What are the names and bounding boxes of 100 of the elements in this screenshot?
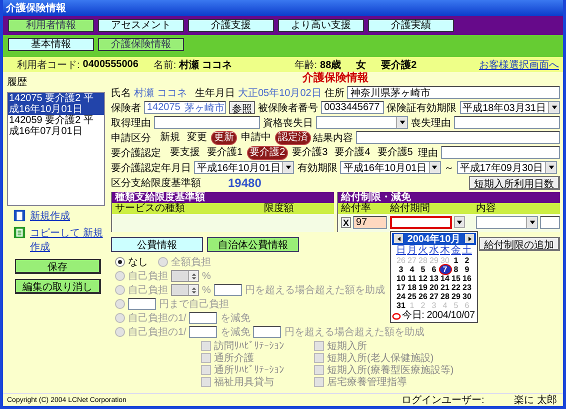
calendar-day[interactable]: 5 — [418, 264, 428, 274]
calendar-day[interactable]: 24 — [396, 292, 406, 300]
spin-field[interactable] — [171, 284, 199, 296]
care-level-option[interactable]: 要支援 — [168, 146, 202, 158]
care-level-option[interactable]: 要介護2 — [248, 146, 288, 158]
calendar-day[interactable]: 26 — [418, 292, 428, 300]
nav-tab[interactable]: より高い支援 — [278, 19, 364, 32]
application-option[interactable]: 新規 — [158, 132, 182, 144]
care-reason-field[interactable] — [440, 146, 560, 159]
calendar-day[interactable]: 19 — [418, 282, 428, 292]
subnav-tab[interactable]: 介護保険情報 — [98, 38, 184, 51]
calendar-day[interactable]: 25 — [406, 292, 418, 300]
calendar-day[interactable]: 29 — [450, 292, 462, 300]
care-level-option[interactable]: 要介護4 — [332, 146, 372, 158]
calendar-day[interactable]: 7 — [440, 264, 450, 274]
amount-field[interactable] — [189, 326, 218, 338]
field-label: 被保険者番号 — [258, 102, 318, 114]
checkbox-label: 通所介護 — [214, 352, 254, 364]
address-field[interactable]: 神奈川県茅ヶ崎市 — [347, 86, 560, 99]
client-sex: 女 — [356, 58, 366, 72]
calendar-day[interactable]: 17 — [396, 282, 406, 292]
previous-month-button[interactable] — [394, 234, 403, 243]
amount-field[interactable] — [128, 298, 156, 310]
content-field[interactable] — [540, 216, 560, 228]
reference-button[interactable]: 参照 — [229, 101, 256, 114]
dropdown-arrow-icon — [398, 119, 406, 126]
cert-date-select[interactable]: 平成16年10月01日 — [194, 161, 294, 174]
history-item[interactable]: 142059 要介護2 平成16年07月01日 — [8, 115, 104, 137]
calendar-day[interactable]: 1 — [450, 256, 462, 264]
public-expense-tab[interactable]: 自治体公費情報 — [207, 236, 299, 252]
calendar-day[interactable]: 14 — [440, 274, 450, 282]
today-label[interactable]: 今日: 2004/10/07 — [402, 310, 475, 320]
calendar-day[interactable]: 3 — [396, 264, 406, 274]
nav-tab[interactable]: 介護支援 — [188, 19, 274, 32]
loss-date-select[interactable] — [316, 116, 408, 129]
calendar-day[interactable]: 6 — [428, 264, 440, 274]
radio-button[interactable] — [115, 257, 125, 267]
new-record-link[interactable]: 新規作成 — [30, 209, 70, 223]
copy-new-link[interactable]: コピーして 新規作成 — [30, 226, 105, 254]
care-level-option[interactable]: 要介護5 — [375, 146, 415, 158]
calendar-day[interactable]: 13 — [428, 274, 440, 282]
calendar-day[interactable]: 8 — [450, 264, 462, 274]
period-field[interactable] — [390, 216, 452, 228]
next-month-button[interactable] — [465, 234, 474, 243]
result-field[interactable] — [356, 131, 560, 144]
calendar-day[interactable]: 15 — [450, 274, 462, 282]
rate-field[interactable]: 97 — [353, 216, 387, 228]
application-option[interactable]: 更新 — [212, 132, 236, 144]
amount-field[interactable] — [253, 326, 282, 338]
calendar-day[interactable]: 2 — [462, 256, 472, 264]
option-text: なし — [128, 256, 148, 269]
cancel-edit-button[interactable]: 編集の取り消し — [15, 279, 101, 294]
spin-field[interactable] — [171, 270, 199, 282]
calendar-day[interactable]: 23 — [462, 282, 472, 292]
subnav-tab[interactable]: 基本情報 — [8, 38, 94, 51]
calendar-day[interactable]: 20 — [428, 282, 440, 292]
calendar-day[interactable]: 18 — [406, 282, 418, 292]
client-select-link[interactable]: お客様選択画面へ — [479, 58, 559, 72]
calendar-day[interactable]: 11 — [406, 274, 418, 282]
nav-tab[interactable]: 利用者情報 — [8, 19, 94, 32]
acquire-reason-field[interactable] — [154, 116, 260, 129]
short-stay-days-button[interactable]: 短期入所利用日数 — [469, 176, 560, 190]
history-item[interactable]: 142075 要介護2 平成16年10月01日 — [8, 93, 104, 115]
loss-reason-field[interactable] — [454, 116, 560, 129]
amount-field[interactable] — [214, 284, 242, 296]
valid-to-select[interactable]: 平成17年09月30日 — [456, 161, 558, 174]
valid-from-select[interactable]: 平成16年10月01日 — [340, 161, 441, 174]
calendar-day[interactable]: 31 — [396, 300, 406, 310]
calendar-day[interactable]: 16 — [462, 274, 472, 282]
option-text: 自己負担の1/ — [128, 312, 186, 325]
public-expense-tab[interactable]: 公費情報 — [111, 236, 203, 252]
calendar-day[interactable]: 4 — [406, 264, 418, 274]
checkbox-label: 居宅療養管理指導 — [327, 376, 407, 389]
application-option[interactable]: 変更 — [185, 132, 209, 144]
checkbox-label: 福祉用具貸与 — [214, 376, 274, 389]
calendar-day[interactable]: 30 — [462, 292, 472, 300]
dropdown-button[interactable] — [454, 216, 465, 228]
add-benefit-limit-button[interactable]: 給付制限の追加 — [479, 237, 560, 251]
card-expiry-select[interactable]: 平成18年03月31日 — [460, 101, 560, 114]
nav-tab[interactable]: 介護実績 — [368, 19, 454, 32]
calendar-day[interactable]: 10 — [396, 274, 406, 282]
save-button[interactable]: 保存 — [15, 259, 101, 274]
status-option[interactable]: 申請中 — [239, 132, 273, 144]
calendar-day[interactable]: 9 — [462, 264, 472, 274]
amount-field[interactable] — [189, 312, 218, 324]
calendar-day[interactable]: 28 — [440, 292, 450, 300]
client-code: 0400555006 — [82, 59, 138, 70]
option-text: 円を超える場合超えた額を助成 — [284, 326, 424, 339]
care-level-option[interactable]: 要介護1 — [205, 146, 245, 158]
calendar-day[interactable]: 21 — [440, 282, 450, 292]
care-level-option[interactable]: 要介護3 — [290, 146, 330, 158]
delete-button[interactable]: X — [341, 216, 351, 228]
status-option[interactable]: 認定済 — [276, 132, 310, 144]
calendar-day[interactable]: 27 — [428, 292, 440, 300]
calendar-day[interactable]: 22 — [450, 282, 462, 292]
insured-number-field[interactable]: 0033445677 — [321, 101, 384, 114]
insurer-field[interactable]: 142075 茅ヶ崎市 — [144, 101, 226, 114]
calendar-day[interactable]: 12 — [418, 274, 428, 282]
nav-tab[interactable]: アセスメント — [98, 19, 184, 32]
name-value: 村瀬 ココネ — [134, 86, 188, 100]
